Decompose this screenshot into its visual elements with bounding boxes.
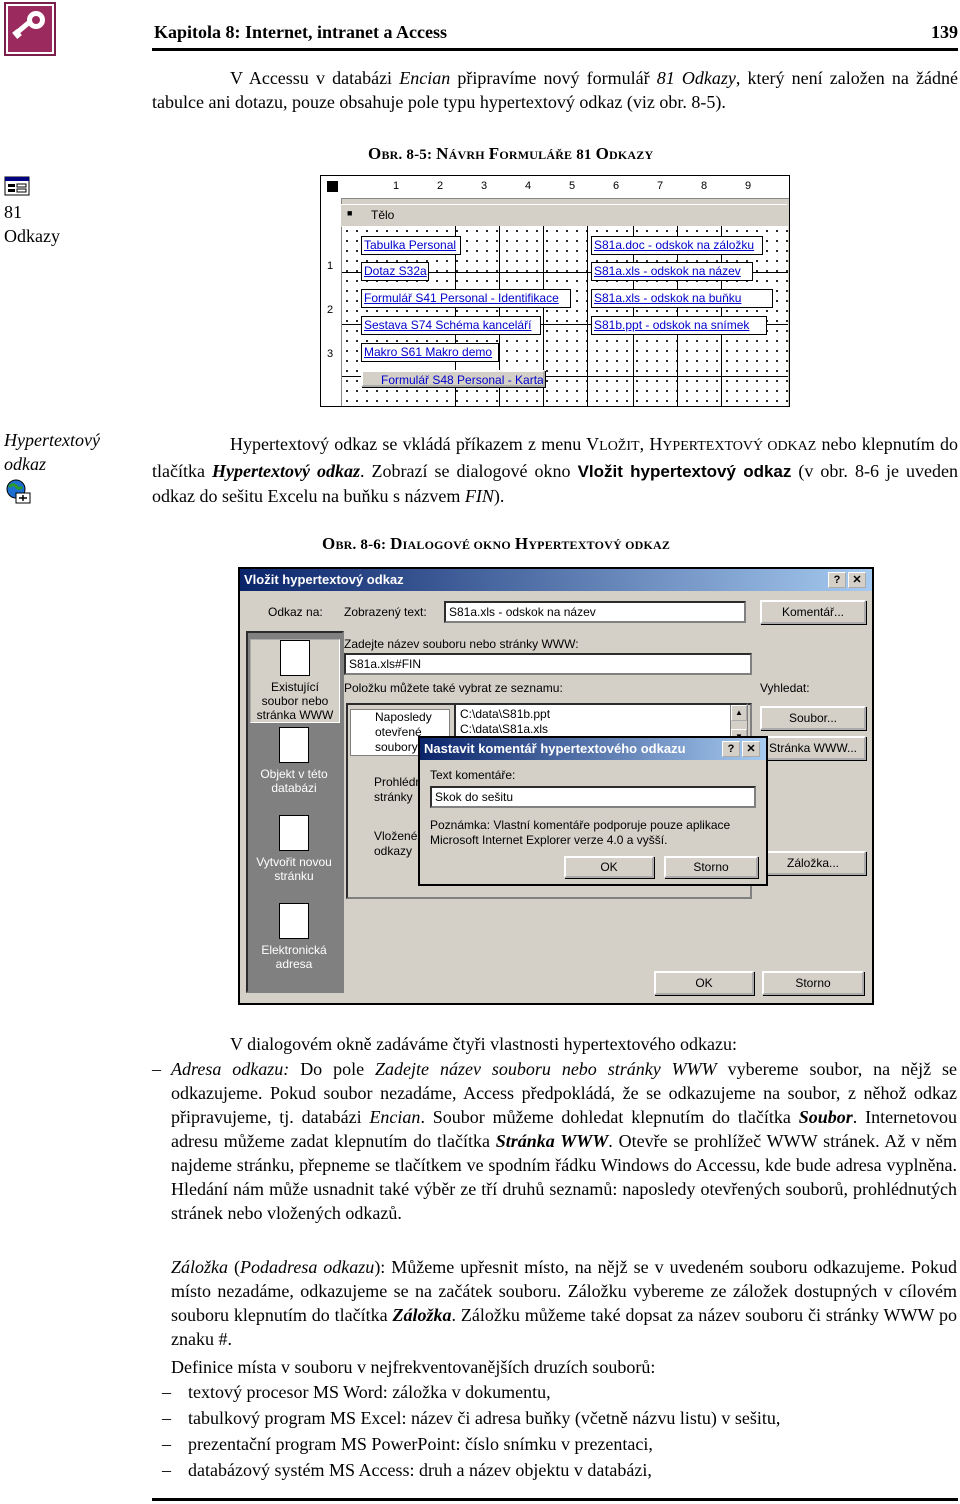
- email-address-item[interactable]: Elektronická adresa: [250, 903, 338, 971]
- access-key-logo: [4, 2, 56, 56]
- chapter-title: Kapitola 8: Internet, intranet a Access: [154, 22, 447, 42]
- comment-text-label: Text komentáře:: [430, 768, 516, 782]
- existing-file-item[interactable]: Existující soubor nebo stránka WWW: [250, 639, 340, 723]
- display-text-label: Zobrazený text:: [344, 605, 427, 619]
- ruler-number: 5: [569, 180, 576, 192]
- hyperlink-field[interactable]: Formulář S48 Personal - Karta: [361, 370, 545, 387]
- section-bar-body: ■ Tělo: [341, 204, 787, 228]
- hyperlink-field[interactable]: Sestava S74 Schéma kanceláří: [361, 316, 541, 335]
- ruler-number: 4: [525, 180, 532, 192]
- ruler-number: 6: [613, 180, 620, 192]
- figure-caption-8-6: OBR. 8-6: DIALOGOVÉ OKNO HYPERTEXTOVÝ OD…: [322, 534, 671, 553]
- bullet-item: prezentační program MS PowerPoint: číslo…: [188, 1434, 653, 1454]
- new-page-item[interactable]: Vytvořit novou stránku: [250, 815, 338, 883]
- hyperlink-paragraph: Hypertextový odkaz se vkládá příkazem z …: [152, 434, 958, 506]
- file-label: Zadejte název souboru nebo stránky WWW:: [344, 637, 579, 651]
- page-number: 139: [931, 22, 958, 42]
- hyperlink-icon: [4, 478, 32, 504]
- comment-text-input[interactable]: Skok do sešitu: [430, 786, 756, 808]
- ruler-number: 3: [327, 348, 334, 360]
- side-note-hyperlink: Hypertextový odkaz: [4, 428, 100, 504]
- ruler-number: 3: [481, 180, 488, 192]
- form-design-screenshot: 1 2 3 4 5 6 7 8 9 1 2 3 ■ Tělo Tabulka Personal Dot…: [320, 175, 790, 407]
- vertical-ruler: 1 2 3: [321, 198, 342, 406]
- file-input[interactable]: S81a.xls#FIN: [344, 653, 752, 675]
- web-page-button[interactable]: Stránka WWW...: [760, 736, 866, 760]
- horizontal-ruler: 1 2 3 4 5 6 7 8 9: [321, 176, 789, 199]
- subdialog-titlebar: Nastavit komentář hypertextového odkazu …: [420, 738, 766, 760]
- search-label: Vyhledat:: [760, 681, 810, 695]
- ruler-number: 1: [327, 260, 334, 272]
- list-label: Položku můžete také vybrat ze seznamu:: [344, 681, 563, 695]
- hyperlink-field[interactable]: Formulář S41 Personal - Identifikace: [361, 289, 571, 308]
- form-selector: [327, 181, 338, 192]
- page-header: Kapitola 8: Internet, intranet a Access …: [152, 22, 958, 51]
- note-line-1: Poznámka: Vlastní komentáře podporuje po…: [430, 818, 731, 832]
- ruler-number: 7: [657, 180, 664, 192]
- place-definition: Definice místa v souboru v nejfrekventov…: [171, 1357, 656, 1377]
- dialog-titlebar: Vložit hypertextový odkaz ? ✕: [240, 569, 872, 591]
- hyperlink-field[interactable]: Dotaz S32a: [361, 262, 429, 281]
- bullet-dash: –: [162, 1460, 171, 1480]
- bullet-item: textový procesor MS Word: záložka v doku…: [188, 1382, 551, 1402]
- bullet-dash: –: [162, 1382, 171, 1402]
- ok-button[interactable]: OK: [564, 856, 654, 878]
- database-object-item[interactable]: Objekt v této databázi: [250, 727, 338, 795]
- properties-intro: V dialogovém okně zadáváme čtyři vlastno…: [230, 1034, 738, 1054]
- comment-button[interactable]: Komentář...: [760, 600, 866, 624]
- hyperlink-field[interactable]: S81a.xls - odskok na buňku: [591, 289, 773, 308]
- hyperlink-field[interactable]: S81a.xls - odskok na název: [591, 262, 753, 281]
- cancel-button[interactable]: Storno: [762, 971, 864, 995]
- ruler-number: 9: [745, 180, 752, 192]
- email-icon: [279, 903, 309, 939]
- database-object-icon: [279, 727, 309, 763]
- form-icon: [4, 176, 30, 196]
- hyperlink-field[interactable]: Tabulka Personal: [361, 236, 461, 255]
- bullet-item: tabulkový program MS Excel: název či adr…: [188, 1408, 781, 1428]
- hyperlink-field[interactable]: S81b.ppt - odskok na snímek: [591, 316, 767, 335]
- bullet-dash: –: [162, 1434, 171, 1454]
- close-button[interactable]: ✕: [742, 741, 760, 757]
- bullet-dash: –: [162, 1408, 171, 1428]
- ruler-number: 2: [327, 304, 334, 316]
- item-address: Adresa odkazu: Do pole Zadejte název sou…: [171, 1059, 958, 1223]
- side-note-form: 81 Odkazy: [4, 176, 60, 248]
- new-page-icon: [279, 815, 309, 851]
- hyperlink-field[interactable]: S81a.doc - odskok na záložku: [591, 236, 763, 255]
- list-item[interactable]: C:\data\S81b.ppt: [460, 707, 742, 722]
- intro-paragraph: V Accessu v databázi Encian připravíme n…: [152, 68, 958, 112]
- set-comment-dialog: Nastavit komentář hypertextového odkazu …: [418, 736, 768, 886]
- document-globe-icon: [280, 640, 310, 676]
- item-bookmark: Záložka (Podadresa odkazu): Můžeme upřes…: [171, 1257, 958, 1349]
- ruler-number: 2: [437, 180, 444, 192]
- file-button[interactable]: Soubor...: [760, 706, 866, 730]
- ruler-number: 1: [393, 180, 400, 192]
- cancel-button[interactable]: Storno: [664, 856, 758, 878]
- display-text-input[interactable]: S81a.xls - odskok na název: [444, 601, 746, 623]
- ruler-number: 8: [701, 180, 708, 192]
- note-line-2: Microsoft Internet Explorer verze 4.0 a …: [430, 833, 668, 847]
- figure-caption-8-5: OBR. 8-5: NÁVRH FORMULÁŘE 81 ODKAZY: [368, 144, 654, 163]
- list-item[interactable]: C:\data\S81a.xls: [460, 722, 742, 737]
- bullet-item: databázový systém MS Access: druh a náze…: [188, 1460, 652, 1480]
- help-button[interactable]: ?: [722, 741, 740, 757]
- help-button[interactable]: ?: [828, 572, 846, 588]
- bookmark-button[interactable]: Záložka...: [760, 851, 866, 875]
- hyperlink-field[interactable]: Makro S61 Makro demo: [361, 343, 499, 362]
- link-to-label: Odkaz na:: [268, 605, 323, 619]
- item-dash: –: [152, 1059, 161, 1079]
- link-to-panel: Existující soubor nebo stránka WWW Objekt v…: [246, 631, 344, 993]
- close-button[interactable]: ✕: [848, 572, 866, 588]
- ok-button[interactable]: OK: [654, 971, 754, 995]
- footer-rule: [152, 1498, 958, 1501]
